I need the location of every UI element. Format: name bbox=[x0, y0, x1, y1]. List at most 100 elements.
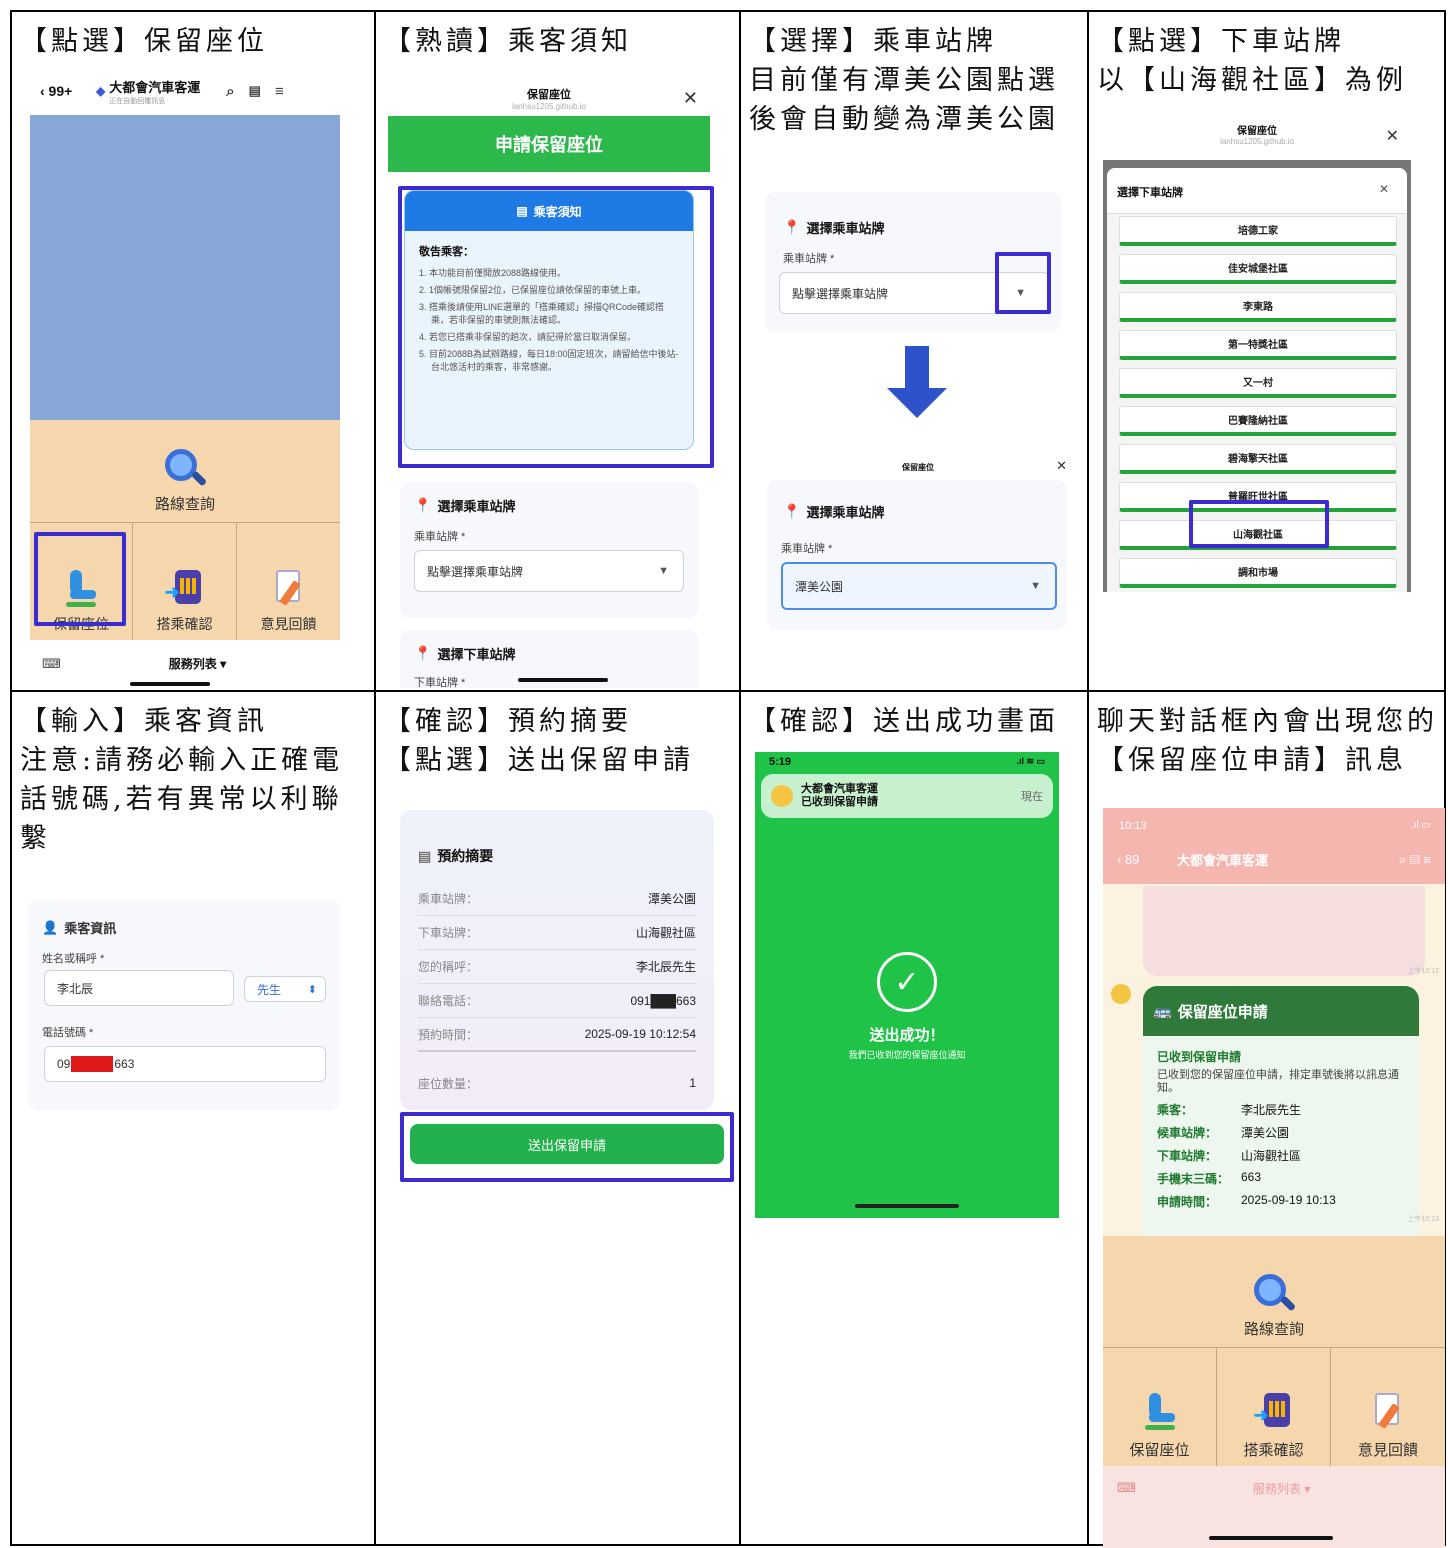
modal-title: 保留座位 bbox=[902, 463, 934, 472]
close-icon[interactable]: ✕ bbox=[1056, 458, 1067, 474]
stop-option[interactable]: 李東路 bbox=[1119, 292, 1397, 322]
phone-prefix: 09 bbox=[57, 1057, 71, 1071]
service-list-toggle[interactable]: 服務列表 ▾ bbox=[1253, 1480, 1310, 1497]
close-icon[interactable]: ✕ bbox=[683, 88, 698, 109]
step-cell-reserve: 【點選】保留座位 ‹ 99+ ◆ 大都會汽車客運 正在自動回覆訊息 ⌕ ▤ ≡ … bbox=[12, 12, 374, 690]
tutorial-table: 【點選】保留座位 ‹ 99+ ◆ 大都會汽車客運 正在自動回覆訊息 ⌕ ▤ ≡ … bbox=[10, 10, 1448, 1548]
keyboard-icon[interactable]: ⌨ bbox=[42, 656, 61, 672]
board-section-title: 選擇乘車站牌 bbox=[437, 499, 516, 514]
qr-scan-icon: ➜ bbox=[165, 568, 205, 608]
magnifier-icon bbox=[163, 447, 208, 491]
notes-icon[interactable]: ▤ bbox=[249, 83, 261, 99]
name-value: 李北辰 bbox=[57, 981, 94, 996]
summary-icon: ▤ bbox=[418, 847, 432, 864]
board-stop-select-filled[interactable]: 潭美公園 ▼ bbox=[781, 562, 1057, 610]
stop-option[interactable]: 又一村 bbox=[1119, 368, 1397, 398]
redaction-bar bbox=[71, 1056, 114, 1072]
account-name: 大都會汽車客運 bbox=[109, 79, 201, 95]
stop-option[interactable]: 碧海擎天社區 bbox=[1119, 444, 1397, 474]
sheet-close-icon[interactable]: ✕ bbox=[1379, 182, 1389, 196]
account-name: 大都會汽車客運 bbox=[1177, 853, 1269, 868]
board-stop-select[interactable]: 點擊選擇乘車站牌 ▼ bbox=[414, 550, 684, 592]
board-section-title: 選擇乘車站牌 bbox=[806, 505, 885, 520]
back-button[interactable]: ‹ 99+ bbox=[40, 83, 96, 99]
bot-avatar bbox=[1111, 984, 1131, 1004]
push-notification[interactable]: 大都會汽車客運 已收到保留申請 現在 bbox=[761, 774, 1053, 818]
down-arrow-icon bbox=[905, 346, 929, 390]
stop-option[interactable]: 調和市場 bbox=[1119, 558, 1397, 588]
step-caption: 【確認】送出成功畫面 bbox=[749, 706, 1059, 737]
board-section-title: 選擇乘車站牌 bbox=[806, 221, 885, 236]
step-cell-notice: 【熟讀】乘客須知 保留座位 lanhsu1205.github.io ✕ 申請保… bbox=[376, 12, 739, 690]
summary-screenshot: ▤ 預約摘要 乘車站牌： 潭美公園 下車站牌： 山海觀社區 您的稱呼： 李北辰先生 聯絡… bbox=[400, 810, 714, 1110]
close-icon[interactable]: ✕ bbox=[1386, 126, 1399, 146]
step-cell-passenger: 【輸入】乘客資訊 注意:請務必輸入正確電話號碼,若有異常以利聯繫 👤 乘客資訊 姓… bbox=[12, 692, 374, 1548]
phone-label: 電話號碼 * bbox=[42, 1027, 94, 1039]
board-placeholder: 點擊選擇乘車站牌 bbox=[792, 286, 889, 301]
route-search-label: 路線查詢 bbox=[154, 496, 215, 513]
title-value: 先生 bbox=[257, 982, 282, 997]
received-title: 已收到保留申請 bbox=[1157, 1050, 1242, 1064]
received-description: 已收到您的保留座位申請，排定車號後將以訊息通知。 bbox=[1157, 1069, 1399, 1094]
feedback-button[interactable]: 意見回饋 bbox=[1331, 1348, 1445, 1466]
phone-suffix: 663 bbox=[114, 1057, 135, 1071]
service-list-toggle[interactable]: 服務列表 ▾ bbox=[169, 655, 226, 672]
board-label: 乘車站牌 * bbox=[783, 253, 835, 265]
alight-label: 下車站牌 * bbox=[414, 677, 466, 688]
step-cell-summary: 【確認】預約摘要 【點選】送出保留申請 ▤ 預約摘要 乘車站牌： 潭美公園 下車站牌… bbox=[376, 692, 739, 1548]
account-status: 正在自動回覆訊息 bbox=[109, 97, 166, 105]
highlight-shanhaiguan bbox=[1189, 500, 1329, 548]
header-icons[interactable]: ⌕ ▤ ≡ bbox=[1399, 852, 1431, 868]
boarding-confirm-button[interactable]: ➜ 搭乘確認 bbox=[133, 523, 237, 640]
modal-domain: lanhsu1205.github.io bbox=[512, 102, 586, 111]
boarding-confirm-label: 搭乘確認 bbox=[1243, 1442, 1304, 1459]
rich-menu: 路線查詢 保留座位 ➜ 搭乘確認 意見回饋 bbox=[1103, 1236, 1445, 1466]
modal-domain: lanhsu1205.github.io bbox=[1220, 137, 1294, 146]
chevron-updown-icon: ⬍ bbox=[307, 983, 317, 996]
shield-icon: ◆ bbox=[96, 84, 106, 98]
reserve-seat-button[interactable]: 保留座位 bbox=[1103, 1348, 1217, 1466]
route-search-button[interactable]: 路線查詢 bbox=[30, 420, 340, 523]
search-icon[interactable]: ⌕ bbox=[226, 83, 234, 100]
stop-option[interactable]: 第一特獎社區 bbox=[1119, 330, 1397, 360]
pin-icon: 📍 bbox=[414, 497, 432, 513]
board-label: 乘車站牌 * bbox=[781, 543, 833, 555]
step-cell-chat: 聊天對話框內會出現您的【保留座位申請】訊息 10:13 .ıl ▭ ‹ 89 大… bbox=[1089, 692, 1448, 1548]
seat-count-row: 座位數量： 1 bbox=[418, 1076, 696, 1091]
bus-mascot-icon bbox=[771, 785, 793, 807]
summary-row: 乘車站牌： 潭美公園 bbox=[418, 882, 696, 916]
notification-time: 現在 bbox=[1021, 791, 1043, 803]
modal-title: 保留座位 bbox=[1237, 126, 1277, 137]
boarding-confirm-label: 搭乘確認 bbox=[156, 616, 213, 632]
message-time: 上午10:12 bbox=[1407, 968, 1439, 975]
stop-option[interactable]: 培德工家 bbox=[1119, 216, 1397, 246]
info-row: 下車站牌： 山海觀社區 bbox=[1157, 1149, 1302, 1163]
route-search-button[interactable]: 路線查詢 bbox=[1103, 1236, 1445, 1348]
phone-input[interactable]: 09 663 bbox=[44, 1046, 326, 1082]
document-pen-icon bbox=[1371, 1391, 1405, 1431]
step-cell-board: 【選擇】乘車站牌 目前僅有潭美公園點選後會自動變為潭美公園 📍 選擇乘車站牌 乘車… bbox=[741, 12, 1087, 690]
step-caption: 【選擇】乘車站牌 目前僅有潭美公園點選後會自動變為潭美公園 bbox=[749, 26, 1059, 135]
passenger-section-title: 乘客資訊 bbox=[64, 921, 117, 936]
passenger-screenshot: 👤 乘客資訊 姓名或稱呼 * 李北辰 先生 ⬍ 電話號碼 * 09 663 bbox=[28, 900, 340, 1110]
notification-message: 已收到保留申請 bbox=[801, 796, 878, 808]
card-title: 保留座位申請 bbox=[1177, 1003, 1268, 1021]
step-cell-success: 【確認】送出成功畫面 5:19 .ıl ≋ ▭ 大都會汽車客運 已收到保留申請 現… bbox=[741, 692, 1087, 1548]
boarding-confirm-button[interactable]: ➜ 搭乘確認 bbox=[1217, 1348, 1331, 1466]
name-input[interactable]: 李北辰 bbox=[44, 970, 234, 1006]
board-placeholder: 點擊選擇乘車站牌 bbox=[427, 564, 524, 579]
board-stop-card: 📍 選擇乘車站牌 乘車站牌 * 點擊選擇乘車站牌 ▼ bbox=[400, 482, 698, 618]
keyboard-icon[interactable]: ⌨ bbox=[1117, 1480, 1136, 1496]
stop-option[interactable]: 巴賽隆納社區 bbox=[1119, 406, 1397, 436]
success-screenshot: 5:19 .ıl ≋ ▭ 大都會汽車客運 已收到保留申請 現在 ✓ 送出成功！ 我… bbox=[755, 752, 1059, 1218]
back-button[interactable]: ‹ 89 bbox=[1117, 852, 1139, 867]
title-select[interactable]: 先生 ⬍ bbox=[244, 976, 326, 1002]
info-row: 手機末三碼： 663 bbox=[1157, 1170, 1262, 1186]
stop-option[interactable]: 佳安城堡社區 bbox=[1119, 254, 1397, 284]
menu-icon[interactable]: ≡ bbox=[275, 83, 284, 100]
step-caption: 【確認】預約摘要 【點選】送出保留申請 bbox=[384, 706, 694, 776]
feedback-button[interactable]: 意見回饋 bbox=[237, 523, 340, 640]
summary-row: 預約時間： 2025-09-19 10:12:54 bbox=[418, 1018, 696, 1052]
chevron-down-icon: ▼ bbox=[658, 565, 669, 577]
chat-screenshot: 10:13 .ıl ▭ ‹ 89 大都會汽車客運 ⌕ ▤ ≡ 上午10:12 🚌… bbox=[1103, 808, 1445, 1548]
